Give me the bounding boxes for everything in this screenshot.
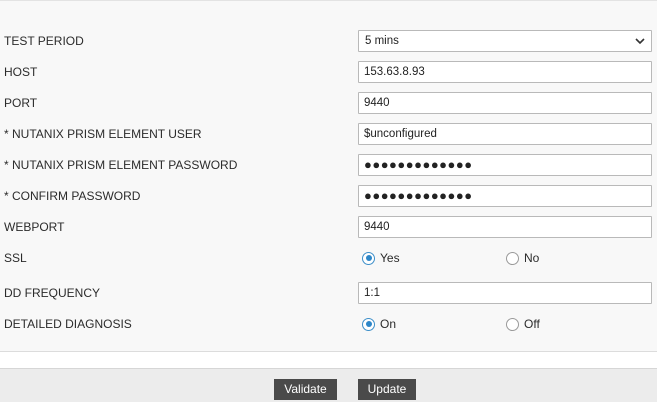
webport-input[interactable] (358, 216, 652, 238)
detailed-diagnosis-label: DETAILED DIAGNOSIS (4, 317, 132, 331)
radio-unselected-icon (506, 251, 519, 265)
chevron-down-icon (635, 38, 645, 45)
row-webport: WEBPORT (0, 216, 657, 238)
password-input[interactable]: ●●●●●●●●●●●●● (358, 154, 652, 176)
radio-selected-icon (362, 251, 375, 265)
webport-label: WEBPORT (4, 220, 65, 234)
ssl-no-radio[interactable]: No (506, 247, 539, 269)
host-label: HOST (4, 65, 38, 79)
diagnosis-off-label: Off (524, 317, 540, 331)
row-test-period: TEST PERIOD 5 mins (0, 30, 657, 52)
row-detailed-diagnosis: DETAILED DIAGNOSIS On Off (0, 313, 657, 335)
diagnosis-on-radio[interactable]: On (362, 313, 396, 335)
user-label: * NUTANIX PRISM ELEMENT USER (4, 127, 202, 141)
confirm-password-input[interactable]: ●●●●●●●●●●●●● (358, 185, 652, 207)
port-label: PORT (4, 96, 38, 110)
radio-unselected-icon (506, 317, 519, 331)
row-dd-frequency: DD FREQUENCY (0, 282, 657, 304)
radio-selected-icon (362, 317, 375, 331)
row-confirm-password: * CONFIRM PASSWORD ●●●●●●●●●●●●● (0, 185, 657, 207)
dd-frequency-input[interactable] (358, 282, 652, 304)
test-period-label: TEST PERIOD (4, 34, 84, 48)
diagnosis-on-label: On (380, 317, 397, 331)
test-period-value: 5 mins (365, 35, 399, 47)
diagnosis-off-radio[interactable]: Off (506, 313, 540, 335)
update-button[interactable]: Update (358, 379, 416, 400)
test-period-select[interactable]: 5 mins (358, 30, 652, 52)
user-input[interactable] (358, 123, 652, 145)
port-input[interactable] (358, 92, 652, 114)
ssl-yes-radio[interactable]: Yes (362, 247, 400, 269)
ssl-yes-label: Yes (380, 251, 400, 265)
host-input[interactable] (358, 61, 652, 83)
row-password: * NUTANIX PRISM ELEMENT PASSWORD ●●●●●●●… (0, 154, 657, 176)
validate-button[interactable]: Validate (274, 379, 337, 400)
dd-frequency-label: DD FREQUENCY (4, 286, 101, 300)
confirm-password-label: * CONFIRM PASSWORD (4, 189, 141, 203)
ssl-no-label: No (524, 251, 540, 265)
configuration-form: TEST PERIOD 5 mins HOST PORT * NUTANIX P… (0, 0, 657, 352)
form-footer: Validate Update (0, 368, 657, 402)
row-port: PORT (0, 92, 657, 114)
row-user: * NUTANIX PRISM ELEMENT USER (0, 123, 657, 145)
ssl-label: SSL (4, 251, 27, 265)
password-label: * NUTANIX PRISM ELEMENT PASSWORD (4, 158, 238, 172)
row-host: HOST (0, 61, 657, 83)
row-ssl: SSL Yes No (0, 247, 657, 269)
